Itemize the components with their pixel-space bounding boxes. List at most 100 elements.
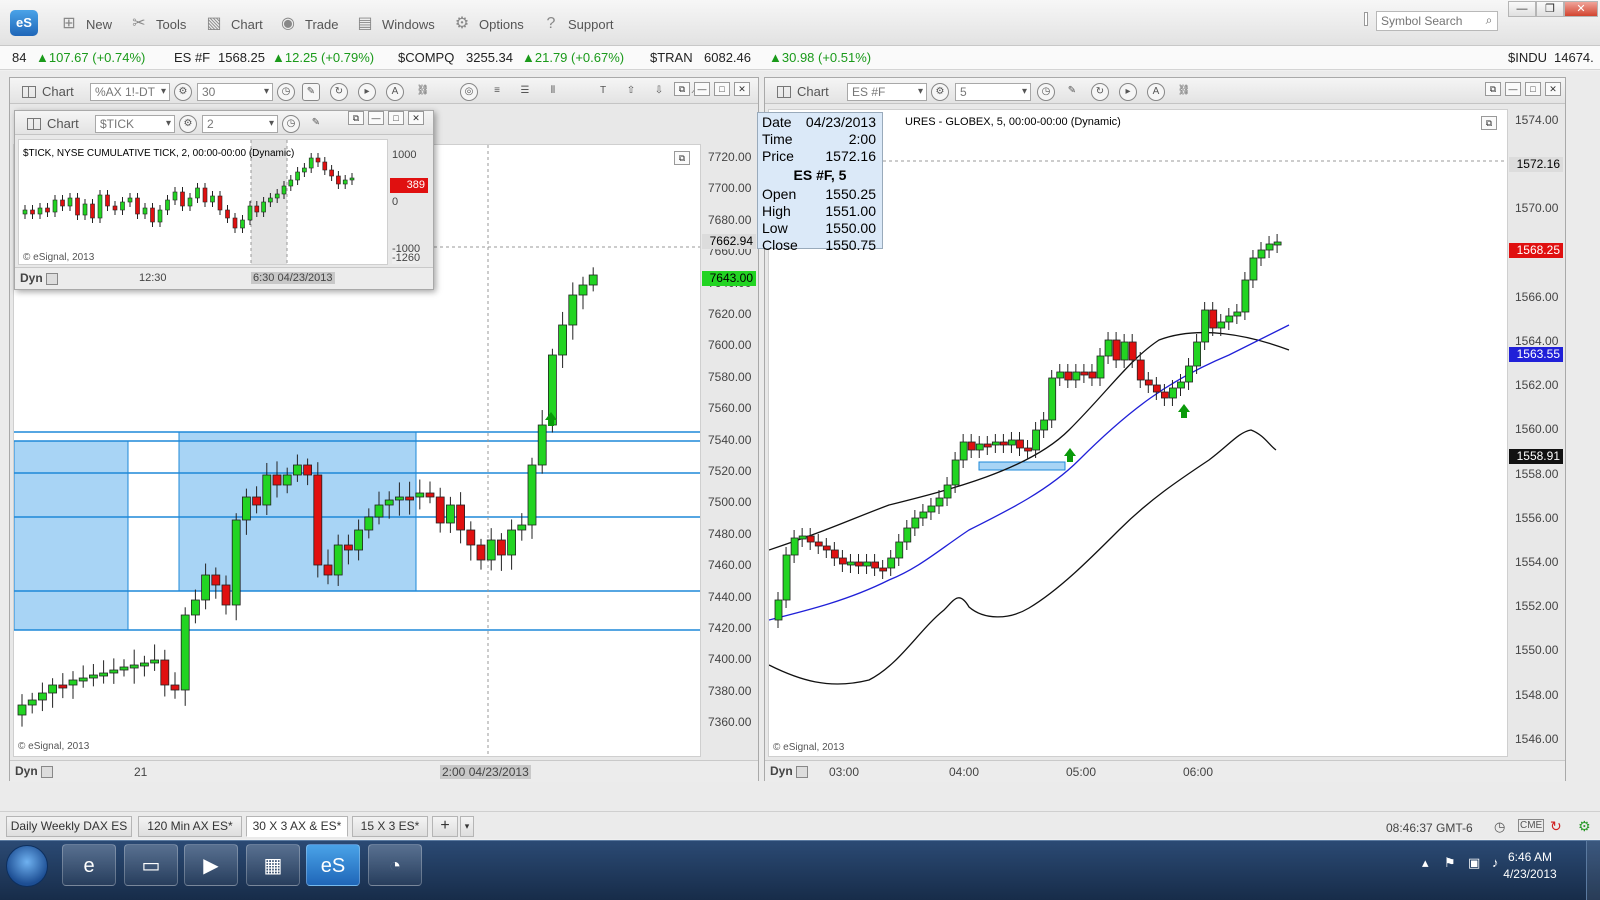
ticker-symbol[interactable]: ES #F — [174, 50, 210, 65]
text-tool-icon[interactable]: T — [594, 83, 612, 101]
network-icon[interactable]: ▣ — [1468, 855, 1480, 871]
right-price-axis[interactable]: 1574.001572.001570.001568.001566.001564.… — [1509, 109, 1565, 757]
internet-explorer-icon[interactable]: e — [62, 844, 116, 886]
window-minimize-button[interactable]: — — [694, 82, 710, 96]
detach-button[interactable]: ⧉ — [1485, 82, 1501, 96]
detach-button[interactable]: ⧉ — [674, 82, 690, 96]
tab-30x3[interactable]: 30 X 3 AX & ES* — [246, 816, 348, 837]
restore-button[interactable]: ❐ — [1536, 1, 1564, 17]
refresh-icon[interactable]: ↻ — [1091, 83, 1109, 101]
clock-icon[interactable]: ◷ — [1494, 819, 1505, 835]
ticker-symbol[interactable]: $TRAN — [650, 50, 693, 65]
window-minimize-button[interactable]: — — [368, 111, 384, 125]
esignal-taskbar-icon[interactable]: eS — [306, 844, 360, 886]
lock-icon[interactable] — [40, 765, 53, 778]
window-maximize-button[interactable]: □ — [388, 111, 404, 125]
right-chart-titlebar[interactable]: Chart ES #F ⚙ 5 ◷ ✎ ↻ ▸ A ⛓ ⧉ — □ ✕ — [765, 78, 1565, 104]
clock-icon[interactable]: ◷ — [1037, 83, 1055, 101]
tab-120-min[interactable]: 120 Min AX ES* — [138, 816, 242, 837]
cursor-icon[interactable]: ◎ — [460, 83, 478, 101]
cme-icon[interactable]: CME — [1518, 819, 1545, 832]
close-button[interactable]: ✕ — [1564, 1, 1598, 17]
minimize-button[interactable]: — — [1508, 1, 1536, 17]
pencil-icon[interactable]: ✎ — [1063, 83, 1081, 101]
add-tab-button[interactable]: + — [432, 816, 458, 837]
right-time-axis[interactable]: Dyn 03:00 04:00 05:00 06:00 — [765, 760, 1565, 782]
play-icon[interactable]: ▸ — [1119, 83, 1137, 101]
arrow-up-tool-icon[interactable]: ⇧ — [622, 83, 640, 101]
app-taskbar-icon[interactable]: ◔ — [368, 844, 422, 886]
tab-menu-button[interactable]: ▾ — [460, 816, 474, 837]
pencil-icon[interactable]: ✎ — [307, 115, 325, 133]
ticker-symbol[interactable]: $COMPQ — [398, 50, 454, 65]
show-desktop-button[interactable] — [1586, 841, 1600, 900]
dyn-label[interactable]: Dyn — [20, 271, 58, 285]
play-icon[interactable]: ▸ — [358, 83, 376, 101]
list-icon[interactable]: ☰ — [516, 83, 534, 101]
volume-icon[interactable]: ♪ — [1492, 855, 1499, 870]
tick-interval-combo[interactable]: 2 — [202, 115, 278, 133]
left-time-axis[interactable]: Dyn 21 2:00 04/23/2013 — [10, 760, 758, 782]
window-maximize-button[interactable]: □ — [1525, 82, 1541, 96]
detach-plot-button[interactable]: ⧉ — [674, 151, 690, 165]
alert-icon[interactable]: A — [1147, 83, 1165, 101]
gear-icon[interactable]: ⚙ — [174, 83, 192, 101]
refresh-icon[interactable]: ↻ — [330, 83, 348, 101]
clock-icon[interactable]: ◷ — [277, 83, 295, 101]
status-ok-icon[interactable]: ⚙ — [1578, 818, 1591, 835]
left-price-axis[interactable]: 7720.007700.007680.007660.007640.007620.… — [702, 144, 758, 757]
connection-icon[interactable]: ↻ — [1550, 818, 1562, 835]
esignal-logo[interactable]: eS — [10, 10, 38, 36]
options-button[interactable]: ⚙ Options — [451, 13, 524, 35]
arrow-down-tool-icon[interactable]: ⇩ — [650, 83, 668, 101]
tick-value-axis[interactable]: 1000 389 0 -1000 -1260 — [390, 139, 432, 265]
file-explorer-icon[interactable]: ▭ — [124, 844, 178, 886]
lock-icon[interactable] — [45, 272, 58, 285]
tick-symbol-combo[interactable]: $TICK — [95, 115, 175, 133]
gear-icon[interactable]: ⚙ — [179, 115, 197, 133]
window-minimize-button[interactable]: — — [1505, 82, 1521, 96]
toolbar-splitter[interactable] — [1364, 12, 1368, 26]
right-symbol-combo[interactable]: ES #F — [847, 83, 927, 101]
support-button[interactable]: ? Support — [540, 13, 614, 35]
detach-plot-button[interactable]: ⧉ — [1481, 116, 1497, 130]
left-chart-titlebar[interactable]: Chart %AX 1!-DT ⚙ 30 ◷ ✎ ↻ ▸ A ⛓ ◎ ≡ ☰ ⦀… — [10, 78, 758, 104]
bars-icon[interactable]: ⦀ — [544, 83, 562, 101]
tick-chart-titlebar[interactable]: Chart $TICK ⚙ 2 ◷ ✎ ⧉ — □ ✕ — [15, 111, 433, 135]
tools-button[interactable]: ✂ Tools — [128, 13, 186, 35]
tick-time-axis[interactable]: Dyn 12:30 6:30 04/23/2013 — [15, 267, 433, 289]
window-close-button[interactable]: ✕ — [1545, 82, 1561, 96]
new-button[interactable]: ⊞ New — [58, 13, 112, 35]
clock-icon[interactable]: ◷ — [282, 115, 300, 133]
flag-icon[interactable]: ⚑ — [1444, 855, 1456, 871]
left-symbol-combo[interactable]: %AX 1!-DT — [90, 83, 170, 101]
tab-daily-weekly[interactable]: Daily Weekly DAX ES — [6, 816, 132, 837]
window-close-button[interactable]: ✕ — [734, 82, 750, 96]
taskbar-clock[interactable]: 6:46 AM 4/23/2013 — [1500, 849, 1560, 883]
link-icon[interactable]: ⛓ — [1175, 83, 1193, 101]
lock-icon[interactable] — [795, 765, 808, 778]
gear-icon[interactable]: ⚙ — [931, 83, 949, 101]
lines-icon[interactable]: ≡ — [488, 83, 506, 101]
left-interval-combo[interactable]: 30 — [197, 83, 273, 101]
alert-icon[interactable]: A — [386, 83, 404, 101]
dyn-label[interactable]: Dyn — [15, 764, 53, 778]
tick-plot[interactable]: © eSignal, 2013 $TICK, NYSE CUMULATIVE T… — [18, 139, 388, 265]
detach-button[interactable]: ⧉ — [348, 111, 364, 125]
tray-expand-icon[interactable]: ▴ — [1422, 855, 1429, 871]
dyn-label[interactable]: Dyn — [770, 764, 808, 778]
right-interval-combo[interactable]: 5 — [955, 83, 1031, 101]
window-close-button[interactable]: ✕ — [408, 111, 424, 125]
media-player-icon[interactable]: ▶ — [184, 844, 238, 886]
ticker-symbol[interactable]: $INDU — [1508, 50, 1547, 65]
pencil-icon[interactable]: ✎ — [302, 83, 320, 101]
trade-button[interactable]: ◉ Trade — [277, 13, 338, 35]
windows-button[interactable]: ▤ Windows — [354, 13, 434, 35]
tab-15x3[interactable]: 15 X 3 ES* — [352, 816, 428, 837]
chart-button[interactable]: ▧ Chart — [203, 13, 262, 35]
window-maximize-button[interactable]: □ — [714, 82, 730, 96]
start-button[interactable] — [6, 845, 48, 887]
link-icon[interactable]: ⛓ — [414, 83, 432, 101]
remote-desktop-icon[interactable]: ▦ — [246, 844, 300, 886]
search-icon[interactable]: ⌕ — [1482, 13, 1496, 27]
